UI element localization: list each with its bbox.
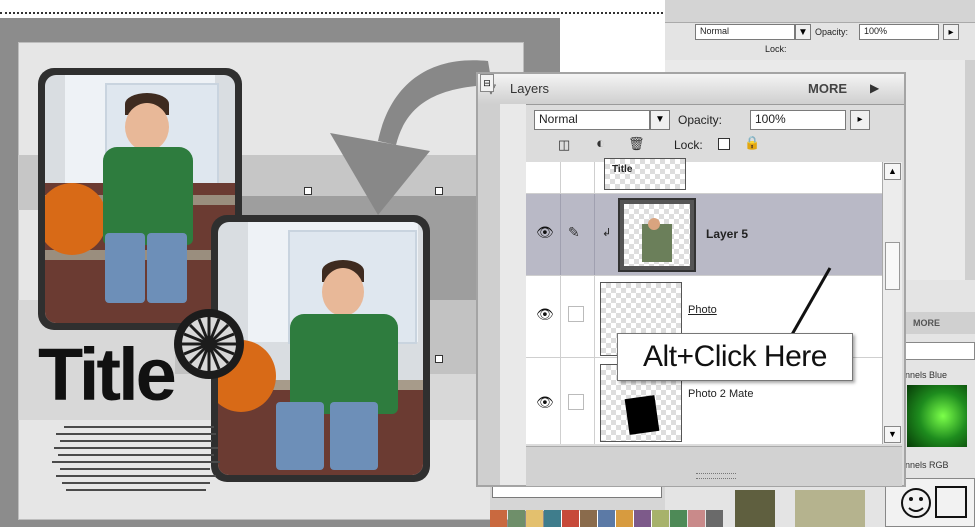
panel-side-strip xyxy=(478,104,501,485)
layer-name: Photo 2 Mate xyxy=(688,388,754,400)
opacity-input[interactable]: 100% xyxy=(750,110,846,130)
layers-panel: ▽ Layers MORE ▶ Normal ▼ Opacity: 100% ▸… xyxy=(476,72,906,487)
layer-thumbnail xyxy=(618,198,696,272)
pinwheel-embellishment[interactable] xyxy=(172,307,246,381)
bg-blend-mode-select[interactable]: Normal xyxy=(695,24,795,40)
visibility-eye-icon[interactable]: 👁 xyxy=(536,394,554,411)
visibility-eye-icon[interactable]: 👁 xyxy=(536,224,554,241)
layer-name: Title xyxy=(612,164,633,175)
channel-blue-label: nnels Blue xyxy=(905,370,948,380)
bg-more-label[interactable]: MORE xyxy=(913,318,940,328)
blend-mode-select[interactable]: Normal xyxy=(534,110,650,130)
journaling-text-block xyxy=(52,426,220,491)
layers-panel-header: ▽ Layers MORE ▶ xyxy=(478,74,904,105)
transform-handle[interactable] xyxy=(435,355,443,363)
color-swatch[interactable] xyxy=(544,510,561,527)
layers-more-button[interactable]: MORE xyxy=(808,81,847,96)
blend-mode-dropdown-arrow[interactable]: ▼ xyxy=(650,110,670,130)
bg-opacity-input[interactable]: 100% xyxy=(859,24,939,40)
link-slot[interactable] xyxy=(568,306,584,322)
trash-icon[interactable]: 🗑 xyxy=(628,136,645,152)
lock-all-icon[interactable]: 🔒 xyxy=(744,135,760,151)
bg-opacity-arrow[interactable]: ▸ xyxy=(943,24,959,40)
brush-icon[interactable]: ✎ xyxy=(568,224,580,241)
color-swatch[interactable] xyxy=(688,510,705,527)
swatch-strip xyxy=(490,510,730,527)
opacity-slider-button[interactable]: ▸ xyxy=(850,110,870,130)
scroll-thumb[interactable] xyxy=(885,242,900,290)
texture-thumb[interactable] xyxy=(735,490,775,527)
color-swatch[interactable] xyxy=(706,510,723,527)
scroll-up-button[interactable]: ▲ xyxy=(884,163,901,180)
color-swatch[interactable] xyxy=(598,510,615,527)
more-menu-arrow-icon[interactable]: ▶ xyxy=(870,81,879,95)
canvas-scroll-toggle[interactable]: ⊟ xyxy=(480,74,494,92)
color-swatch[interactable] xyxy=(562,510,579,527)
color-swatch[interactable] xyxy=(652,510,669,527)
resize-grip[interactable] xyxy=(696,473,736,479)
panel-gutter xyxy=(500,104,526,485)
channel-rgb-label: nnels RGB xyxy=(905,460,949,470)
layer-name: Photo xyxy=(688,304,717,316)
color-swatch[interactable] xyxy=(670,510,687,527)
lock-transparency-checkbox[interactable] xyxy=(718,138,730,150)
page-title-text[interactable]: Title xyxy=(38,338,177,412)
photo-image-1 xyxy=(45,75,235,323)
lock-label: Lock: xyxy=(674,138,703,152)
layers-scrollbar[interactable]: ▲ ▼ xyxy=(882,162,902,444)
layer-row[interactable]: Title xyxy=(526,158,882,194)
bg-lock-label: Lock: xyxy=(765,44,787,54)
color-swatch[interactable] xyxy=(490,510,507,527)
visibility-eye-icon[interactable]: 👁 xyxy=(536,306,554,323)
bg-blend-dropdown-arrow[interactable]: ▼ xyxy=(795,24,811,40)
adjustment-layer-icon[interactable]: ◐ xyxy=(596,135,605,152)
color-swatch[interactable] xyxy=(508,510,525,527)
scroll-down-button[interactable]: ▼ xyxy=(884,426,901,443)
bg-opacity-label: Opacity: xyxy=(815,27,849,37)
pattern-thumb[interactable] xyxy=(795,490,865,527)
photo-image-2 xyxy=(218,222,423,475)
color-swatch[interactable] xyxy=(580,510,597,527)
layers-panel-title: Layers xyxy=(510,81,550,96)
color-swatch[interactable] xyxy=(634,510,651,527)
channel-blue-thumb[interactable] xyxy=(907,385,967,447)
layers-panel-footer xyxy=(526,446,902,486)
clip-arrow-icon: ↲ xyxy=(602,227,612,239)
new-layer-icon[interactable]: ◫ xyxy=(558,137,570,153)
annotation-pointer-line xyxy=(788,267,832,339)
layer-name: Layer 5 xyxy=(706,227,749,241)
link-slot[interactable] xyxy=(568,394,584,410)
alt-click-callout: Alt+Click Here xyxy=(617,333,853,381)
color-swatch[interactable] xyxy=(616,510,633,527)
color-swatch[interactable] xyxy=(526,510,543,527)
opacity-label: Opacity: xyxy=(678,113,723,127)
